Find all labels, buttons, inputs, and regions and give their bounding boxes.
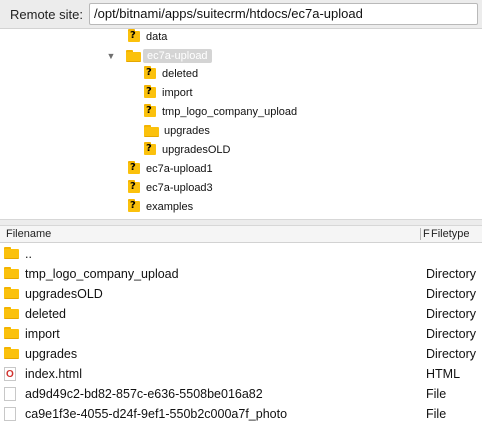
folder-icon: [4, 247, 19, 262]
list-item[interactable]: ad9d49c2-bd82-857c-e636-5508be016a82 Fil…: [0, 384, 482, 404]
remote-site-bar: Remote site: /opt/bitnami/apps/suitecrm/…: [0, 0, 482, 29]
list-item-type: File: [426, 407, 447, 421]
column-divider[interactable]: [420, 228, 421, 240]
list-item[interactable]: O index.html HTML: [0, 364, 482, 384]
disclosure-expanded-icon[interactable]: ▼: [106, 51, 116, 61]
question-folder-icon: ?: [126, 180, 141, 195]
list-item[interactable]: import Directory: [0, 324, 482, 344]
remote-directory-tree: ? data ▼ ec7a-upload ? deleted ? import …: [0, 29, 482, 219]
folder-icon: [126, 49, 141, 62]
list-item-type: File: [426, 387, 447, 401]
column-header-filename[interactable]: Filename: [6, 228, 51, 240]
question-folder-icon: ?: [126, 161, 141, 176]
list-item-type: Directory: [426, 267, 477, 281]
tree-item-ec7a-upload3[interactable]: ? ec7a-upload3: [126, 178, 213, 197]
remote-file-list: Filename F Filetype .. tmp_logo_company_…: [0, 226, 482, 427]
tree-item-label: upgradesOLD: [162, 143, 231, 156]
list-item[interactable]: ca9e1f3e-4055-d24f-9ef1-550b2c000a7f_pho…: [0, 404, 482, 424]
tree-item-label: ec7a-upload: [143, 48, 212, 63]
folder-icon: [4, 327, 19, 342]
file-icon: [4, 387, 16, 404]
folder-icon: [4, 267, 19, 282]
tree-item-label: data: [146, 30, 168, 43]
tree-item-tmp-logo-company-upload[interactable]: ? tmp_logo_company_upload: [142, 102, 297, 121]
list-item[interactable]: upgrades Directory: [0, 344, 482, 364]
list-item-name: tmp_logo_company_upload: [25, 267, 179, 281]
list-item[interactable]: upgradesOLD Directory: [0, 284, 482, 304]
list-item-type: Directory: [426, 287, 477, 301]
question-folder-icon: ?: [142, 85, 157, 100]
tree-item-label: ec7a-upload1: [146, 162, 213, 175]
tree-item-label: deleted: [162, 67, 199, 80]
question-folder-icon: ?: [126, 29, 141, 44]
tree-item-label: upgrades: [164, 124, 210, 137]
list-item-name: ..: [25, 247, 32, 261]
tree-item-label: tmp_logo_company_upload: [162, 105, 298, 118]
tree-item-ec7a-upload1[interactable]: ? ec7a-upload1: [126, 159, 213, 178]
list-item-name: deleted: [25, 307, 67, 321]
column-header-filetype[interactable]: Filetype: [431, 228, 470, 240]
remote-site-label: Remote site:: [10, 7, 83, 22]
question-folder-icon: ?: [142, 66, 157, 81]
list-item-type: Directory: [426, 327, 477, 341]
question-folder-icon: ?: [142, 104, 157, 119]
list-item-type: Directory: [426, 307, 477, 321]
list-item-name: upgrades: [25, 347, 78, 361]
folder-icon: [4, 347, 19, 362]
tree-item-label: ec7a-upload3: [146, 181, 213, 194]
list-item-type: Directory: [426, 347, 477, 361]
list-item[interactable]: deleted Directory: [0, 304, 482, 324]
list-item[interactable]: tmp_logo_company_upload Directory: [0, 264, 482, 284]
folder-icon: [4, 307, 19, 322]
pane-splitter[interactable]: [0, 219, 482, 226]
tree-item-deleted[interactable]: ? deleted: [142, 64, 198, 83]
tree-item-upgradesold[interactable]: ? upgradesOLD: [142, 140, 231, 159]
tree-item-examples[interactable]: ? examples: [126, 197, 193, 216]
list-item-type: HTML: [426, 367, 461, 381]
folder-icon: [4, 287, 19, 302]
column-header-truncated[interactable]: F: [423, 228, 430, 240]
tree-item-ec7a-upload[interactable]: ec7a-upload: [126, 46, 212, 65]
tree-item-label: examples: [146, 200, 194, 213]
folder-icon: [144, 124, 159, 137]
question-folder-icon: ?: [126, 199, 141, 214]
list-item[interactable]: ..: [0, 244, 482, 264]
list-item-name: import: [25, 327, 60, 341]
list-header: Filename F Filetype: [0, 226, 482, 243]
remote-site-path-input[interactable]: /opt/bitnami/apps/suitecrm/htdocs/ec7a-u…: [89, 3, 478, 25]
tree-item-import[interactable]: ? import: [142, 83, 193, 102]
list-item-name: ad9d49c2-bd82-857c-e636-5508be016a82: [25, 387, 263, 401]
html-file-icon: O: [4, 367, 16, 384]
list-item-name: upgradesOLD: [25, 287, 103, 301]
tree-item-data[interactable]: ? data: [126, 27, 167, 46]
list-item-name: index.html: [25, 367, 82, 381]
list-item-name: ca9e1f3e-4055-d24f-9ef1-550b2c000a7f_pho…: [25, 407, 288, 421]
tree-item-label: import: [162, 86, 193, 99]
file-icon: [4, 407, 16, 424]
tree-item-upgrades[interactable]: upgrades: [142, 121, 210, 140]
question-folder-icon: ?: [142, 142, 157, 157]
